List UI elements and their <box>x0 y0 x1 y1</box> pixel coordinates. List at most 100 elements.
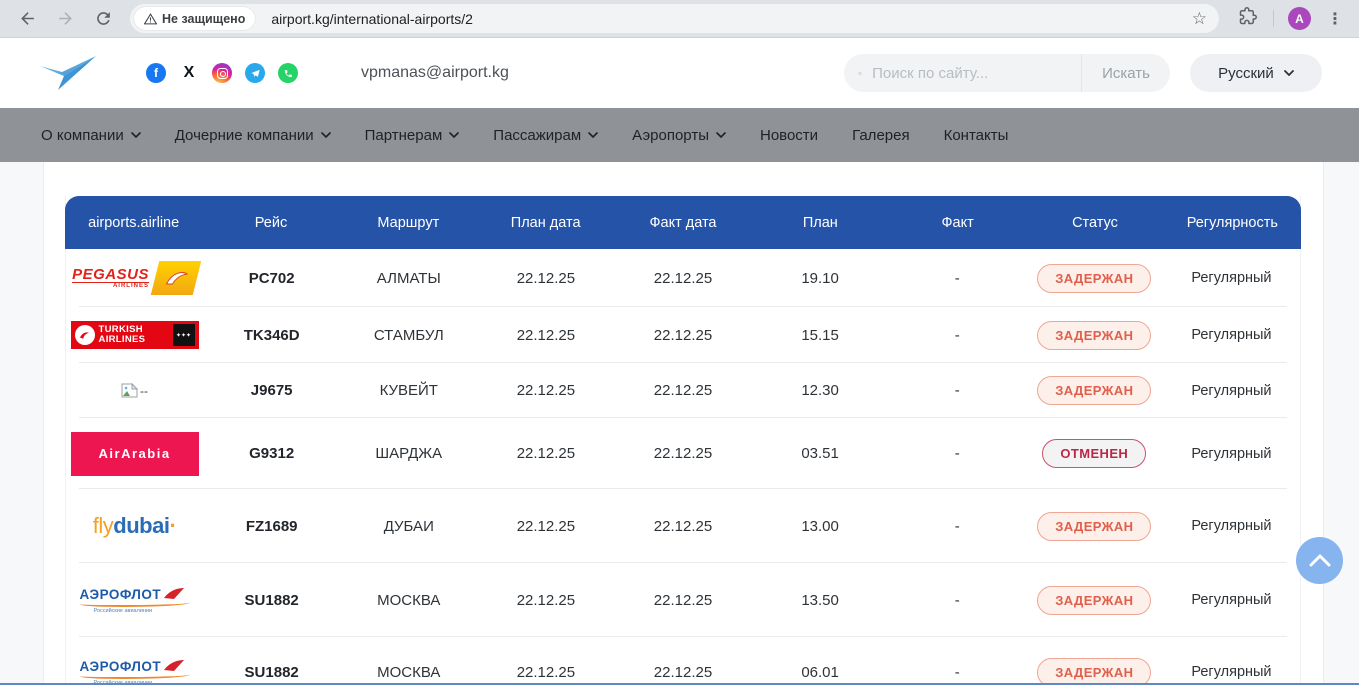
fact-date: 22.12.25 <box>614 664 751 681</box>
social-links: f X <box>146 63 298 83</box>
telegram-icon[interactable] <box>245 63 265 83</box>
flight-number: TK346D <box>203 327 340 344</box>
route: МОСКВА <box>340 664 477 681</box>
content-card: airports.airline Рейс Маршрут План дата … <box>43 162 1324 683</box>
broken-image-icon: -- <box>66 383 203 398</box>
chevron-down-icon <box>321 132 331 138</box>
profile-avatar[interactable]: A <box>1288 7 1311 30</box>
route: СТАМБУЛ <box>340 327 477 344</box>
aeroflot-swoosh <box>80 600 190 607</box>
browser-toolbar: Не защищено airport.kg/international-air… <box>0 0 1359 38</box>
fact-time: - <box>889 518 1026 535</box>
main-nav: О компании Дочерние компании Партнерам П… <box>0 108 1359 162</box>
airport-logo[interactable] <box>38 52 98 94</box>
nav-item-airports[interactable]: Аэропорты <box>632 127 726 144</box>
chevron-down-icon <box>449 132 459 138</box>
language-selector[interactable]: Русский <box>1190 54 1322 92</box>
air-arabia-logo: AirArabia <box>66 432 203 476</box>
regularity: Регулярный <box>1163 518 1300 534</box>
plan-time: 15.15 <box>752 327 889 344</box>
fact-date: 22.12.25 <box>614 270 751 287</box>
fact-time: - <box>889 592 1026 609</box>
status-cell: ЗАДЕРЖАН <box>1026 321 1163 350</box>
search-input[interactable] <box>862 65 1081 82</box>
status-badge: ЗАДЕРЖАН <box>1037 321 1151 350</box>
flights-table: airports.airline Рейс Маршрут План дата … <box>65 196 1301 683</box>
regularity: Регулярный <box>1163 383 1300 399</box>
nav-item-subsidiaries[interactable]: Дочерние компании <box>175 127 331 144</box>
plan-date: 22.12.25 <box>477 518 614 535</box>
aeroflot-logo: АЭРОФЛОТ Российские авиалинии <box>66 587 203 614</box>
browser-menu-icon[interactable]: ⋮ <box>1319 9 1351 29</box>
x-twitter-icon[interactable]: X <box>179 63 199 83</box>
col-regularity: Регулярность <box>1164 215 1301 231</box>
plan-date: 22.12.25 <box>477 327 614 344</box>
status-badge: ЗАДЕРЖАН <box>1037 264 1151 293</box>
status-cell: ЗАДЕРЖАН <box>1026 376 1163 405</box>
address-bar[interactable]: Не защищено airport.kg/international-air… <box>130 4 1219 33</box>
search-button[interactable]: Искать <box>1081 54 1170 92</box>
regularity: Регулярный <box>1163 592 1300 608</box>
route: АЛМАТЫ <box>340 270 477 287</box>
aeroflot-wing-icon <box>164 588 184 600</box>
whatsapp-icon[interactable] <box>278 63 298 83</box>
nav-item-partners[interactable]: Партнерам <box>365 127 460 144</box>
chevron-down-icon <box>716 132 726 138</box>
table-row: AirArabia G9312 ШАРДЖА 22.12.25 22.12.25… <box>66 418 1300 489</box>
contact-email[interactable]: vpmanas@airport.kg <box>361 64 509 82</box>
pegasus-airlines-logo: PEGASUS AIRLINES <box>66 261 203 295</box>
aeroflot-wing-icon <box>164 660 184 672</box>
plan-date: 22.12.25 <box>477 445 614 462</box>
toolbar-divider <box>1273 10 1274 27</box>
extensions-icon[interactable] <box>1239 7 1257 30</box>
url-text[interactable]: airport.kg/international-airports/2 <box>271 11 1185 27</box>
nav-item-passengers[interactable]: Пассажирам <box>493 127 598 144</box>
nav-item-company[interactable]: О компании <box>41 127 141 144</box>
site-search: Искать <box>844 54 1170 92</box>
plan-time: 06.01 <box>752 664 889 681</box>
nav-item-gallery[interactable]: Галерея <box>852 127 910 144</box>
table-row: flydubai· FZ1689 ДУБАИ 22.12.25 22.12.25… <box>66 489 1300 563</box>
site-header: f X vpmanas@airport.kg Искать Русский <box>0 38 1359 108</box>
plan-time: 13.00 <box>752 518 889 535</box>
nav-item-contacts[interactable]: Контакты <box>944 127 1009 144</box>
fact-date: 22.12.25 <box>614 382 751 399</box>
language-label: Русский <box>1218 65 1274 82</box>
reload-icon[interactable] <box>87 3 119 35</box>
col-status: Статус <box>1026 215 1163 231</box>
status-badge: ОТМЕНЕН <box>1042 439 1146 468</box>
table-row: АЭРОФЛОТ Российские авиалинии SU1882 МОС… <box>66 563 1300 637</box>
flight-number: SU1882 <box>203 664 340 681</box>
plan-date: 22.12.25 <box>477 592 614 609</box>
instagram-icon[interactable] <box>212 63 232 83</box>
plan-date: 22.12.25 <box>477 382 614 399</box>
col-fact: Факт <box>889 215 1026 231</box>
plan-time: 12.30 <box>752 382 889 399</box>
table-header-row: airports.airline Рейс Маршрут План дата … <box>65 196 1301 249</box>
plan-time: 19.10 <box>752 270 889 287</box>
chevron-down-icon <box>588 132 598 138</box>
chevron-down-icon <box>1284 70 1294 76</box>
forward-icon[interactable] <box>49 3 81 35</box>
plan-time: 13.50 <box>752 592 889 609</box>
col-plan-date: План дата <box>477 215 614 231</box>
table-row: АЭРОФЛОТ Российские авиалинии SU1882 МОС… <box>66 637 1300 683</box>
fact-date: 22.12.25 <box>614 327 751 344</box>
bookmark-star-icon[interactable]: ☆ <box>1186 9 1213 29</box>
facebook-icon[interactable]: f <box>146 63 166 83</box>
status-cell: ЗАДЕРЖАН <box>1026 264 1163 293</box>
fact-time: - <box>889 327 1026 344</box>
aeroflot-swoosh <box>80 672 190 679</box>
table-row: PEGASUS AIRLINES PC702 АЛМАТЫ 22.12.25 2… <box>66 249 1300 307</box>
fact-date: 22.12.25 <box>614 592 751 609</box>
nav-item-news[interactable]: Новости <box>760 127 818 144</box>
plan-date: 22.12.25 <box>477 270 614 287</box>
back-icon[interactable] <box>11 3 43 35</box>
turkish-emblem <box>75 325 95 345</box>
status-badge: ЗАДЕРЖАН <box>1037 376 1151 405</box>
plan-time: 03.51 <box>752 445 889 462</box>
security-chip[interactable]: Не защищено <box>134 7 255 30</box>
flight-number: PC702 <box>203 270 340 287</box>
instagram-camera-glyph <box>217 68 228 79</box>
scroll-to-top-button[interactable] <box>1296 537 1343 584</box>
